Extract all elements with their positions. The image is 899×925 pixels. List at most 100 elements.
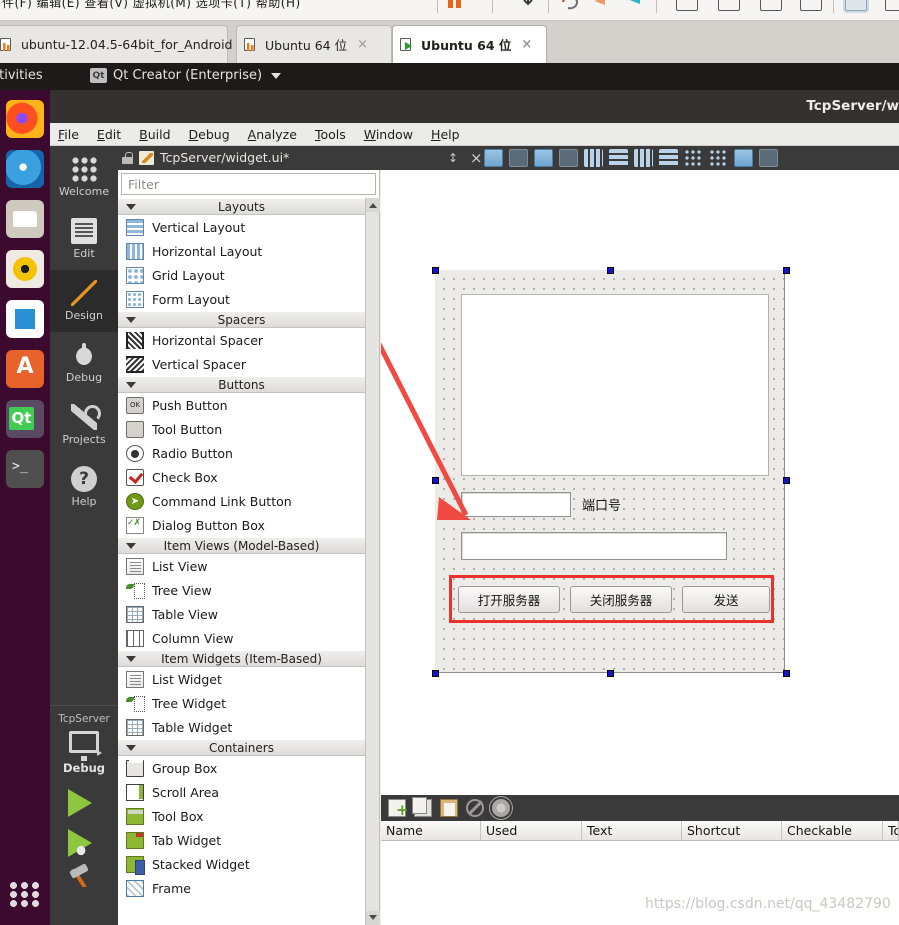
library-icon[interactable]: [885, 0, 899, 11]
action-editor-body[interactable]: [381, 841, 899, 925]
edit-tab-order-icon[interactable]: [559, 149, 578, 167]
app-grid-icon[interactable]: [8, 881, 42, 907]
widget-group-layouts[interactable]: Layouts: [118, 198, 365, 215]
widget-box-scrollbar[interactable]: [365, 198, 380, 925]
resize-handle-se[interactable]: [783, 670, 790, 677]
widget-item-tree-view[interactable]: Tree View: [118, 578, 365, 602]
column-header-checkable[interactable]: Checkable: [782, 821, 883, 840]
resize-handle-nw[interactable]: [432, 267, 439, 274]
window-multi-icon[interactable]: [718, 0, 740, 11]
delete-icon[interactable]: [466, 799, 484, 817]
widget-group-item-widgets[interactable]: Item Widgets (Item-Based): [118, 650, 365, 667]
vm-tab-ubuntu-android[interactable]: ubuntu-12.04.5-64bit_for_Android ×: [0, 25, 253, 63]
menu-file[interactable]: File: [58, 127, 79, 142]
split-editor-icon[interactable]: ↕: [448, 151, 458, 165]
resize-handle-s[interactable]: [607, 670, 614, 677]
edit-signals-slots-icon[interactable]: [509, 149, 528, 167]
desktop-monitor-icon[interactable]: [69, 731, 99, 761]
copy-icon[interactable]: [412, 797, 432, 817]
window-full-icon[interactable]: [800, 0, 822, 11]
firefox-icon[interactable]: [6, 100, 44, 138]
widget-group-buttons[interactable]: Buttons: [118, 376, 365, 393]
close-icon[interactable]: ×: [521, 37, 532, 52]
close-server-button[interactable]: 关闭服务器: [570, 586, 672, 613]
vm-tab-ubuntu64-a[interactable]: Ubuntu 64 位 ×: [236, 25, 392, 63]
widget-item-tool-box[interactable]: Tool Box: [118, 804, 365, 828]
widget-group-item-views[interactable]: Item Views (Model-Based): [118, 537, 365, 554]
column-header-shortcut[interactable]: Shortcut: [682, 821, 782, 840]
column-header-used[interactable]: Used: [481, 821, 582, 840]
hammer-icon[interactable]: [66, 869, 92, 887]
snapshot-manager-icon[interactable]: [624, 0, 644, 10]
widget-item-form-layout[interactable]: Form Layout: [118, 287, 365, 311]
vm-tab-ubuntu64-active[interactable]: Ubuntu 64 位 ×: [392, 25, 547, 63]
widget-list[interactable]: Layouts Vertical Layout Horizontal Layou…: [118, 198, 365, 925]
new-action-icon[interactable]: [388, 799, 409, 817]
files-icon[interactable]: [6, 200, 44, 238]
mode-welcome[interactable]: Welcome: [50, 146, 118, 208]
column-header-name[interactable]: Name: [381, 821, 481, 840]
text-edit-widget[interactable]: [461, 294, 769, 476]
widget-item-list-view[interactable]: List View: [118, 554, 365, 578]
layout-splitter-h-icon[interactable]: [634, 149, 653, 167]
form-widget-wrapper[interactable]: 端口号 打开服务器 关闭服务器 发送: [432, 267, 790, 677]
widget-item-group-box[interactable]: Group Box: [118, 756, 365, 780]
app-indicator[interactable]: Qt Qt Creator (Enterprise): [90, 68, 282, 83]
widget-item-command-link-button[interactable]: ➤ Command Link Button: [118, 489, 365, 513]
widget-item-dialog-button-box[interactable]: Dialog Button Box: [118, 513, 365, 537]
power-down-icon[interactable]: [518, 0, 538, 10]
widget-item-horizontal-layout[interactable]: Horizontal Layout: [118, 239, 365, 263]
mode-projects[interactable]: Projects: [50, 394, 118, 456]
widget-item-vertical-spacer[interactable]: Vertical Spacer: [118, 352, 365, 376]
activities-button[interactable]: ctivities: [0, 68, 43, 83]
break-layout-icon[interactable]: [734, 149, 753, 167]
column-header-tooltip[interactable]: Too: [883, 821, 899, 840]
widget-item-vertical-layout[interactable]: Vertical Layout: [118, 215, 365, 239]
thunderbird-icon[interactable]: [6, 150, 44, 188]
run-play-icon[interactable]: [68, 789, 92, 817]
layout-splitter-v-icon[interactable]: [659, 149, 678, 167]
vmware-menu-text[interactable]: 件(F) 编辑(E) 查看(V) 虚拟机(M) 选项卡(T) 帮助(H): [2, 0, 301, 11]
resize-handle-n[interactable]: [607, 267, 614, 274]
menu-help[interactable]: Help: [431, 127, 460, 142]
libreoffice-writer-icon[interactable]: [6, 300, 44, 338]
widget-group-containers[interactable]: Containers: [118, 739, 365, 756]
mode-edit[interactable]: Edit: [50, 208, 118, 270]
widget-item-frame[interactable]: Frame: [118, 876, 365, 900]
widget-item-grid-layout[interactable]: Grid Layout: [118, 263, 365, 287]
form-canvas[interactable]: 端口号 打开服务器 关闭服务器 发送: [381, 170, 899, 795]
mode-design[interactable]: Design: [50, 270, 118, 332]
resize-handle-ne[interactable]: [783, 267, 790, 274]
menu-debug[interactable]: Debug: [189, 127, 230, 142]
layout-form-icon[interactable]: [684, 149, 703, 167]
terminal-icon[interactable]: [6, 450, 44, 488]
pause-icon[interactable]: [445, 0, 465, 10]
paste-icon[interactable]: [440, 799, 458, 817]
port-line-edit[interactable]: [461, 492, 571, 517]
resize-handle-e[interactable]: [783, 477, 790, 484]
widget-item-list-widget[interactable]: List Widget: [118, 667, 365, 691]
widget-item-push-button[interactable]: OK Push Button: [118, 393, 365, 417]
layout-horizontal-icon[interactable]: [584, 149, 603, 167]
widget-item-stacked-widget[interactable]: Stacked Widget: [118, 852, 365, 876]
menu-edit[interactable]: Edit: [97, 127, 121, 142]
widget-item-check-box[interactable]: Check Box: [118, 465, 365, 489]
window-thumb-icon[interactable]: [760, 0, 782, 11]
window-single-icon[interactable]: [676, 0, 698, 11]
rhythmbox-icon[interactable]: [6, 250, 44, 288]
widget-item-table-widget[interactable]: Table Widget: [118, 715, 365, 739]
menu-build[interactable]: Build: [139, 127, 170, 142]
menu-window[interactable]: Window: [364, 127, 413, 142]
widget-group-spacers[interactable]: Spacers: [118, 311, 365, 328]
widget-item-horizontal-spacer[interactable]: Horizontal Spacer: [118, 328, 365, 352]
edit-widgets-icon[interactable]: [484, 149, 503, 167]
send-button[interactable]: 发送: [682, 586, 770, 613]
scroll-up-icon[interactable]: [366, 198, 380, 212]
widget-filter-input[interactable]: Filter: [121, 173, 376, 195]
open-server-button[interactable]: 打开服务器: [458, 586, 560, 613]
edit-buddies-icon[interactable]: [534, 149, 553, 167]
widget-item-tool-button[interactable]: Tool Button: [118, 417, 365, 441]
widget-item-table-view[interactable]: Table View: [118, 602, 365, 626]
widget-item-column-view[interactable]: Column View: [118, 626, 365, 650]
widget-item-tree-widget[interactable]: Tree Widget: [118, 691, 365, 715]
